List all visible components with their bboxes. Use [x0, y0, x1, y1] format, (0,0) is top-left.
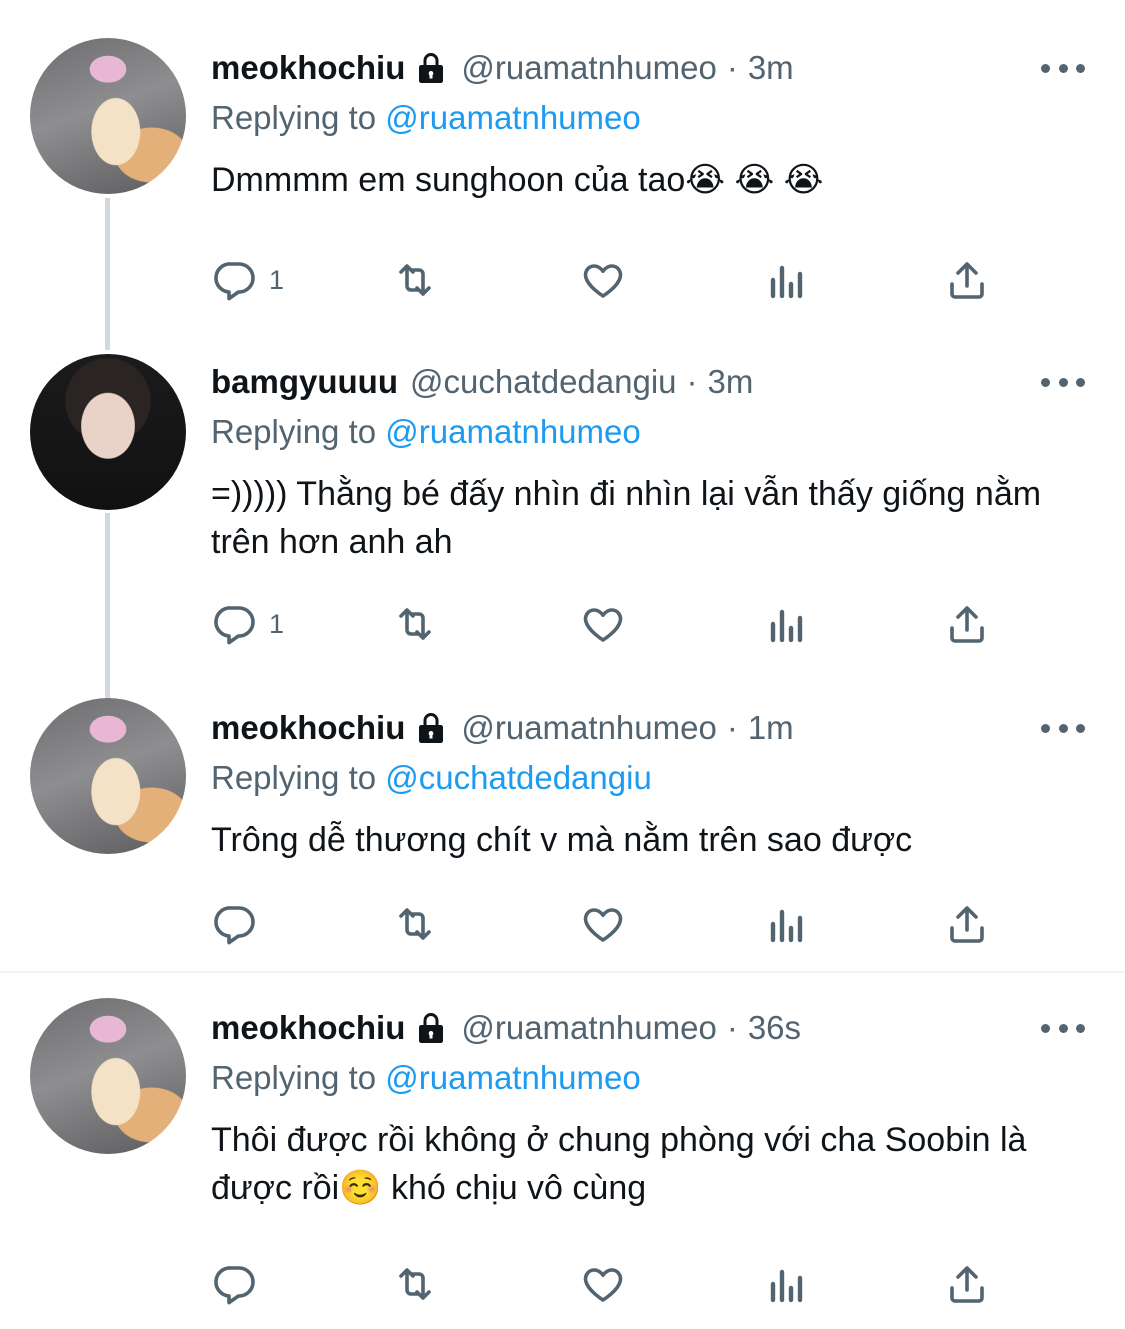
reply-icon	[214, 906, 255, 945]
lock-icon	[419, 1013, 444, 1043]
reply-icon	[214, 606, 255, 645]
analytics-button[interactable]	[763, 254, 811, 306]
share-button[interactable]	[943, 1258, 991, 1310]
analytics-icon	[770, 909, 803, 943]
replying-prefix: Replying to	[211, 759, 386, 796]
analytics-icon	[770, 265, 803, 299]
handle[interactable]: @ruamatnhumeo	[461, 1009, 716, 1047]
tweet-actions	[211, 1258, 1001, 1310]
like-button[interactable]	[579, 598, 627, 650]
replying-to-link[interactable]: @ruamatnhumeo	[385, 413, 640, 450]
timestamp[interactable]: 3m	[748, 49, 794, 87]
share-icon	[950, 262, 984, 299]
retweet-icon	[399, 608, 431, 640]
retweet-button[interactable]	[391, 254, 439, 306]
retweet-icon	[399, 1268, 431, 1300]
reply-button[interactable]	[211, 1258, 269, 1310]
like-icon	[583, 1268, 623, 1302]
handle[interactable]: @ruamatnhumeo	[461, 49, 716, 87]
replying-prefix: Replying to	[211, 1059, 386, 1096]
share-icon	[950, 1266, 984, 1303]
tweet-actions: 1	[211, 598, 1001, 650]
avatar[interactable]	[30, 38, 186, 194]
retweet-icon	[399, 264, 431, 296]
retweet-button[interactable]	[391, 1258, 439, 1310]
analytics-icon	[770, 1269, 803, 1303]
separator-dot: ·	[726, 709, 738, 746]
display-name[interactable]: meokhochiu	[211, 1009, 405, 1047]
handle[interactable]: @ruamatnhumeo	[461, 709, 716, 747]
reply-count: 1	[269, 608, 285, 639]
tweet-actions	[211, 898, 1001, 950]
analytics-button[interactable]	[763, 1258, 811, 1310]
tweet-header: meokhochiu @ruamatnhumeo · 3m	[211, 48, 1085, 88]
timestamp[interactable]: 36s	[748, 1009, 801, 1047]
tweet[interactable]: meokhochiu @ruamatnhumeo · 1m Replying t…	[0, 680, 1125, 970]
replying-to: Replying to @ruamatnhumeo	[211, 410, 1085, 454]
share-button[interactable]	[943, 598, 991, 650]
tweet-text: Dmmmm em sunghoon của tao😭 😭 😭	[211, 161, 824, 199]
like-button[interactable]	[579, 1258, 627, 1310]
lock-icon	[419, 713, 444, 743]
more-icon[interactable]	[1041, 708, 1085, 748]
tweet[interactable]: bamgyuuuu @cuchatdedangiu · 3m Replying …	[0, 340, 1125, 675]
reply-button[interactable]	[211, 898, 269, 950]
replying-prefix: Replying to	[211, 413, 386, 450]
timestamp[interactable]: 1m	[748, 709, 794, 747]
share-button[interactable]	[943, 254, 991, 306]
separator-dot: ·	[686, 363, 698, 400]
replying-to: Replying to @ruamatnhumeo	[211, 96, 1085, 140]
analytics-button[interactable]	[763, 898, 811, 950]
separator-dot: ·	[726, 49, 738, 86]
reply-count: 1	[269, 264, 285, 295]
reply-icon	[214, 1266, 255, 1305]
more-icon[interactable]	[1041, 48, 1085, 88]
tweet-header: bamgyuuuu @cuchatdedangiu · 3m	[211, 362, 1085, 402]
share-icon	[950, 606, 984, 643]
replying-to: Replying to @ruamatnhumeo	[211, 1056, 1085, 1100]
share-button[interactable]	[943, 898, 991, 950]
more-icon[interactable]	[1041, 362, 1085, 402]
reply-icon	[214, 262, 255, 301]
replying-to-link[interactable]: @cuchatdedangiu	[385, 759, 652, 796]
avatar[interactable]	[30, 354, 186, 510]
replying-to-link[interactable]: @ruamatnhumeo	[385, 99, 640, 136]
replying-to-link[interactable]: @ruamatnhumeo	[385, 1059, 640, 1096]
avatar[interactable]	[30, 698, 186, 854]
replying-to: Replying to @cuchatdedangiu	[211, 756, 1085, 800]
tweet-text: Thôi được rồi không ở chung phòng với ch…	[211, 1121, 1027, 1207]
separator-dot: ·	[726, 1009, 738, 1046]
divider	[0, 971, 1125, 973]
analytics-button[interactable]	[763, 598, 811, 650]
retweet-button[interactable]	[391, 898, 439, 950]
like-icon	[583, 908, 623, 942]
reply-button[interactable]: 1	[211, 598, 284, 650]
tweet-text: Trông dễ thương chít v mà nằm trên sao đ…	[211, 821, 913, 859]
avatar[interactable]	[30, 998, 186, 1154]
share-icon	[950, 906, 984, 943]
handle[interactable]: @cuchatdedangiu	[410, 363, 677, 401]
display-name[interactable]: bamgyuuuu	[211, 363, 398, 401]
tweet-actions: 1	[211, 254, 1001, 306]
display-name[interactable]: meokhochiu	[211, 709, 405, 747]
retweet-button[interactable]	[391, 598, 439, 650]
like-icon	[583, 264, 623, 298]
like-icon	[583, 608, 623, 642]
timestamp[interactable]: 3m	[708, 363, 754, 401]
tweet[interactable]: meokhochiu @ruamatnhumeo · 3m Replying t…	[0, 0, 1125, 330]
replying-prefix: Replying to	[211, 99, 386, 136]
tweet[interactable]: meokhochiu @ruamatnhumeo · 36s Replying …	[0, 980, 1125, 1329]
analytics-icon	[770, 609, 803, 643]
display-name[interactable]: meokhochiu	[211, 49, 405, 87]
lock-icon	[419, 53, 444, 83]
reply-button[interactable]: 1	[211, 254, 284, 306]
tweet-text: =))))) Thằng bé đấy nhìn đi nhìn lại vẫn…	[211, 475, 1042, 561]
tweet-header: meokhochiu @ruamatnhumeo · 1m	[211, 708, 1085, 748]
retweet-icon	[399, 908, 431, 940]
like-button[interactable]	[579, 898, 627, 950]
tweet-header: meokhochiu @ruamatnhumeo · 36s	[211, 1008, 1085, 1048]
more-icon[interactable]	[1041, 1008, 1085, 1048]
like-button[interactable]	[579, 254, 627, 306]
